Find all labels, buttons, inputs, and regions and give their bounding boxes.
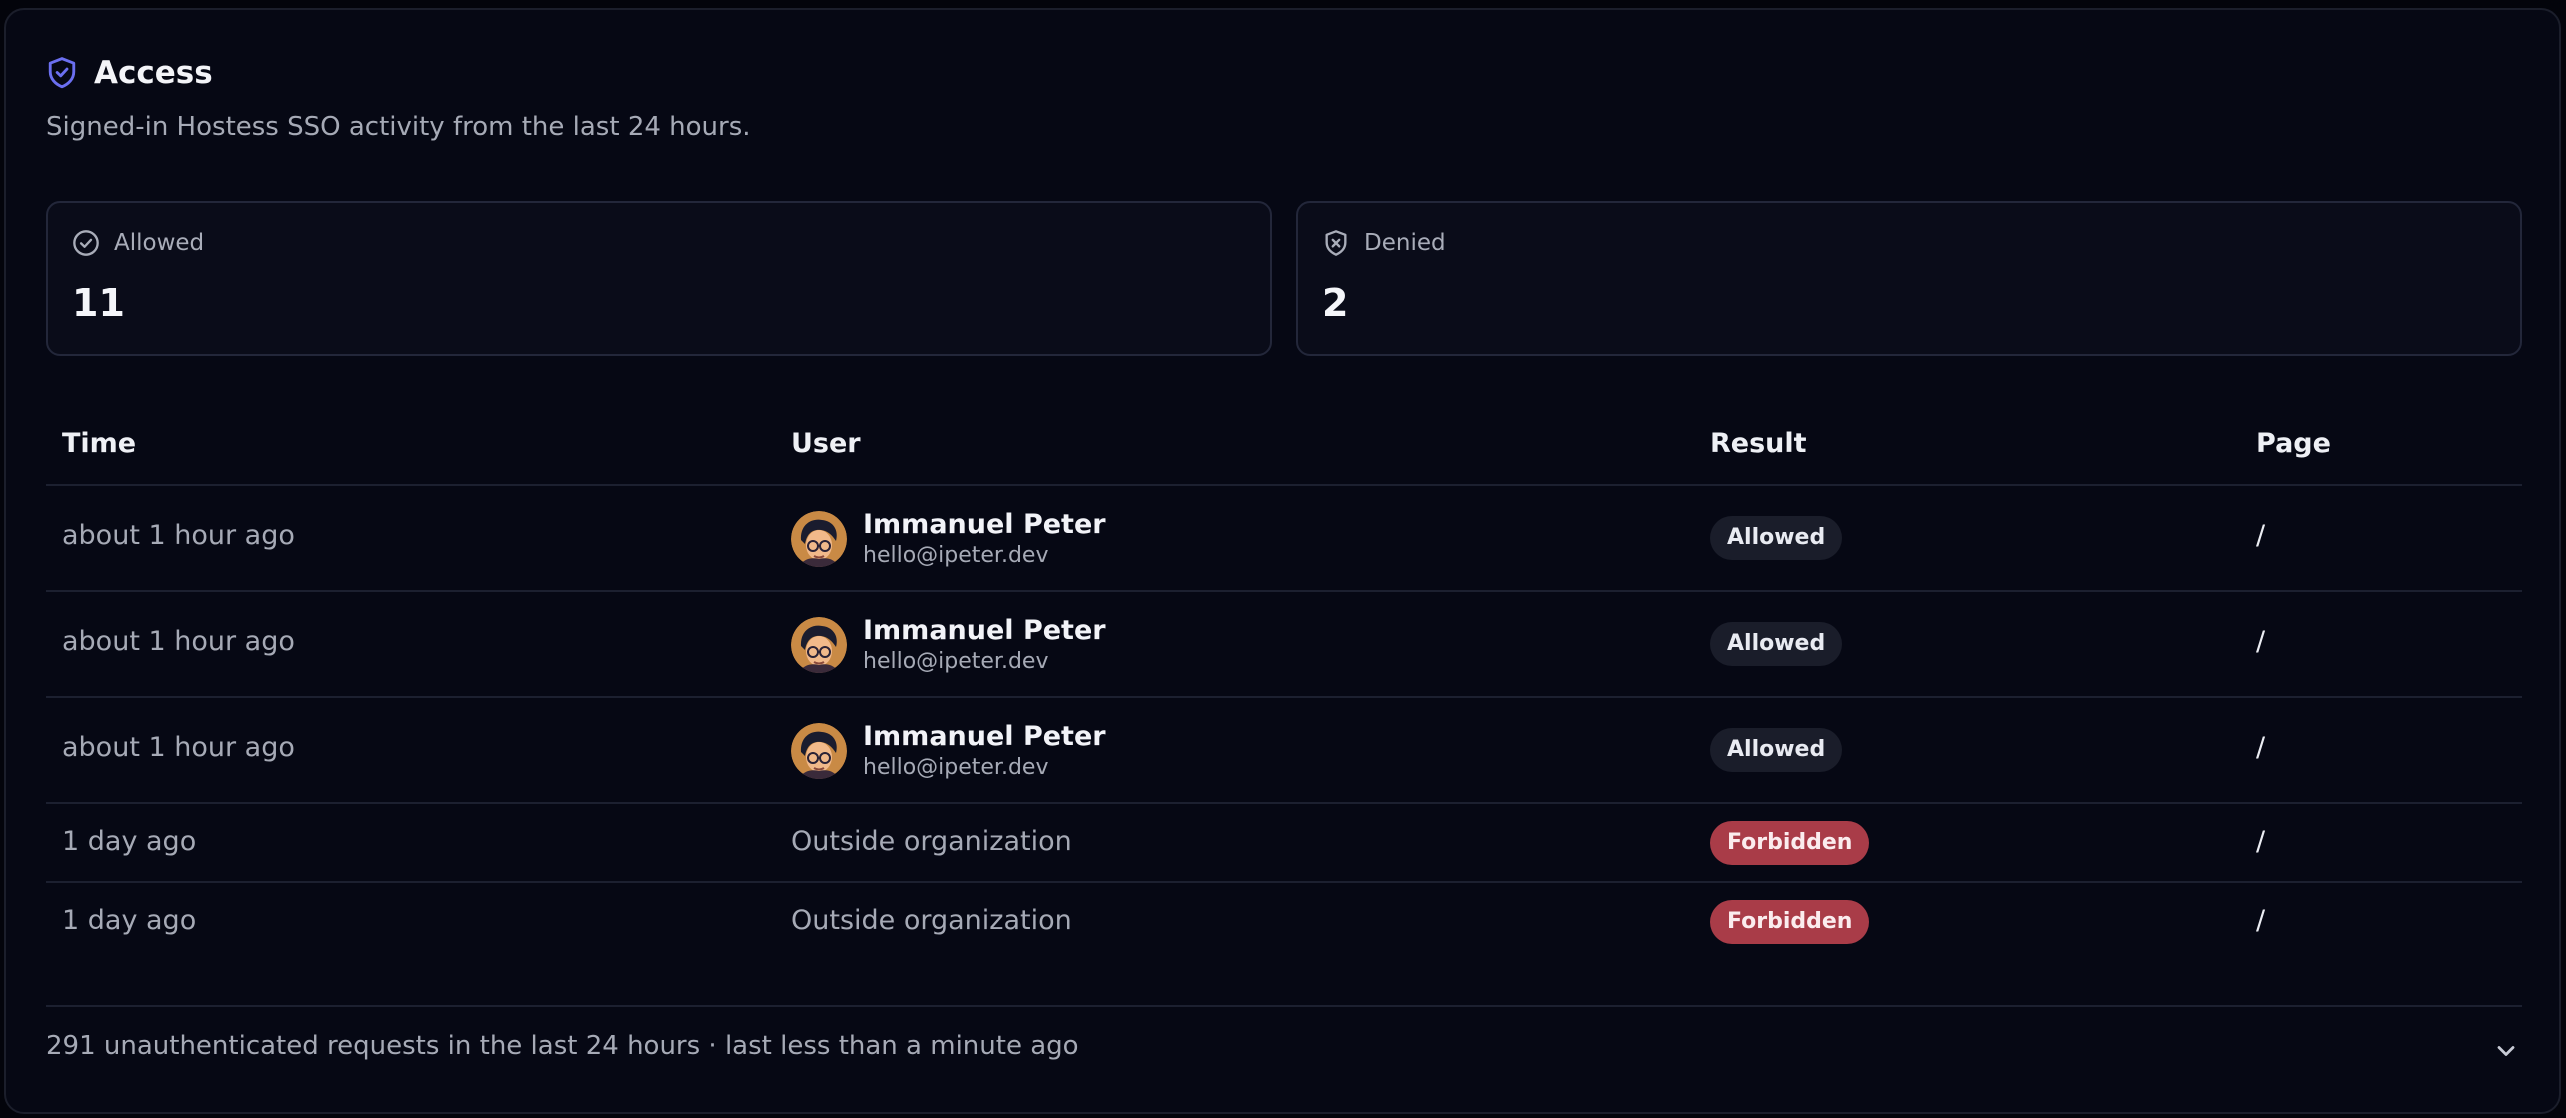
table-row: about 1 hour ago Immanuel Peter hello@ip… bbox=[46, 486, 2522, 592]
denied-stat-label: Denied bbox=[1364, 230, 1446, 256]
column-header-user: User bbox=[791, 428, 861, 459]
page-title: Access bbox=[94, 55, 213, 91]
row-user: Outside organization bbox=[791, 826, 1072, 857]
denied-stat-card: Denied 2 bbox=[1296, 201, 2522, 356]
table-row: about 1 hour ago Immanuel Peter hello@ip… bbox=[46, 592, 2522, 698]
user-name: Immanuel Peter bbox=[863, 721, 1106, 752]
access-header: Access bbox=[46, 50, 213, 96]
row-page: / bbox=[2256, 826, 2266, 857]
row-time: about 1 hour ago bbox=[62, 626, 295, 657]
row-time: about 1 hour ago bbox=[62, 732, 295, 763]
row-time: about 1 hour ago bbox=[62, 520, 295, 551]
denied-stat-value: 2 bbox=[1322, 281, 1349, 325]
user-name: Immanuel Peter bbox=[863, 509, 1106, 540]
column-header-time: Time bbox=[62, 428, 137, 459]
avatar bbox=[791, 511, 847, 567]
avatar bbox=[791, 723, 847, 779]
table-row: about 1 hour ago Immanuel Peter hello@ip… bbox=[46, 698, 2522, 804]
access-log-table: Time User Result Page about 1 hour ago I… bbox=[46, 410, 2522, 960]
unauthenticated-requests-summary[interactable]: 291 unauthenticated requests in the last… bbox=[46, 1005, 2522, 1099]
column-header-page: Page bbox=[2256, 428, 2331, 459]
shield-x-icon bbox=[1325, 230, 1347, 256]
status-badge: Allowed bbox=[1710, 728, 1843, 772]
user-email: hello@ipeter.dev bbox=[863, 543, 1049, 568]
chevron-down-icon[interactable] bbox=[2492, 1037, 2520, 1065]
row-user: Immanuel Peter hello@ipeter.dev bbox=[791, 614, 1106, 676]
shield-check-icon bbox=[48, 57, 76, 89]
row-user: Immanuel Peter hello@ipeter.dev bbox=[791, 720, 1106, 782]
allowed-stat-card: Allowed 11 bbox=[46, 201, 1272, 356]
row-time: 1 day ago bbox=[62, 826, 197, 857]
row-page: / bbox=[2256, 732, 2266, 763]
row-user: Outside organization bbox=[791, 905, 1072, 936]
row-page: / bbox=[2256, 520, 2266, 551]
unauthenticated-requests-text: 291 unauthenticated requests in the last… bbox=[46, 1031, 1079, 1061]
check-circle-icon bbox=[73, 230, 99, 256]
user-name: Immanuel Peter bbox=[863, 615, 1106, 646]
allowed-stat-label: Allowed bbox=[114, 230, 205, 256]
avatar bbox=[791, 617, 847, 673]
page-subtitle: Signed-in Hostess SSO activity from the … bbox=[46, 112, 751, 142]
status-badge: Allowed bbox=[1710, 516, 1843, 560]
user-email: hello@ipeter.dev bbox=[863, 755, 1049, 780]
table-row: 1 day ago Outside organization Forbidden… bbox=[46, 883, 2522, 960]
table-row: 1 day ago Outside organization Forbidden… bbox=[46, 804, 2522, 883]
status-badge: Forbidden bbox=[1710, 900, 1870, 944]
status-badge: Allowed bbox=[1710, 622, 1843, 666]
row-page: / bbox=[2256, 626, 2266, 657]
user-email: hello@ipeter.dev bbox=[863, 649, 1049, 674]
column-header-result: Result bbox=[1710, 428, 1807, 459]
row-time: 1 day ago bbox=[62, 905, 197, 936]
status-badge: Forbidden bbox=[1710, 821, 1870, 865]
row-user: Immanuel Peter hello@ipeter.dev bbox=[791, 508, 1106, 570]
allowed-stat-value: 11 bbox=[72, 281, 125, 325]
row-page: / bbox=[2256, 905, 2266, 936]
table-header: Time User Result Page bbox=[46, 410, 2522, 486]
